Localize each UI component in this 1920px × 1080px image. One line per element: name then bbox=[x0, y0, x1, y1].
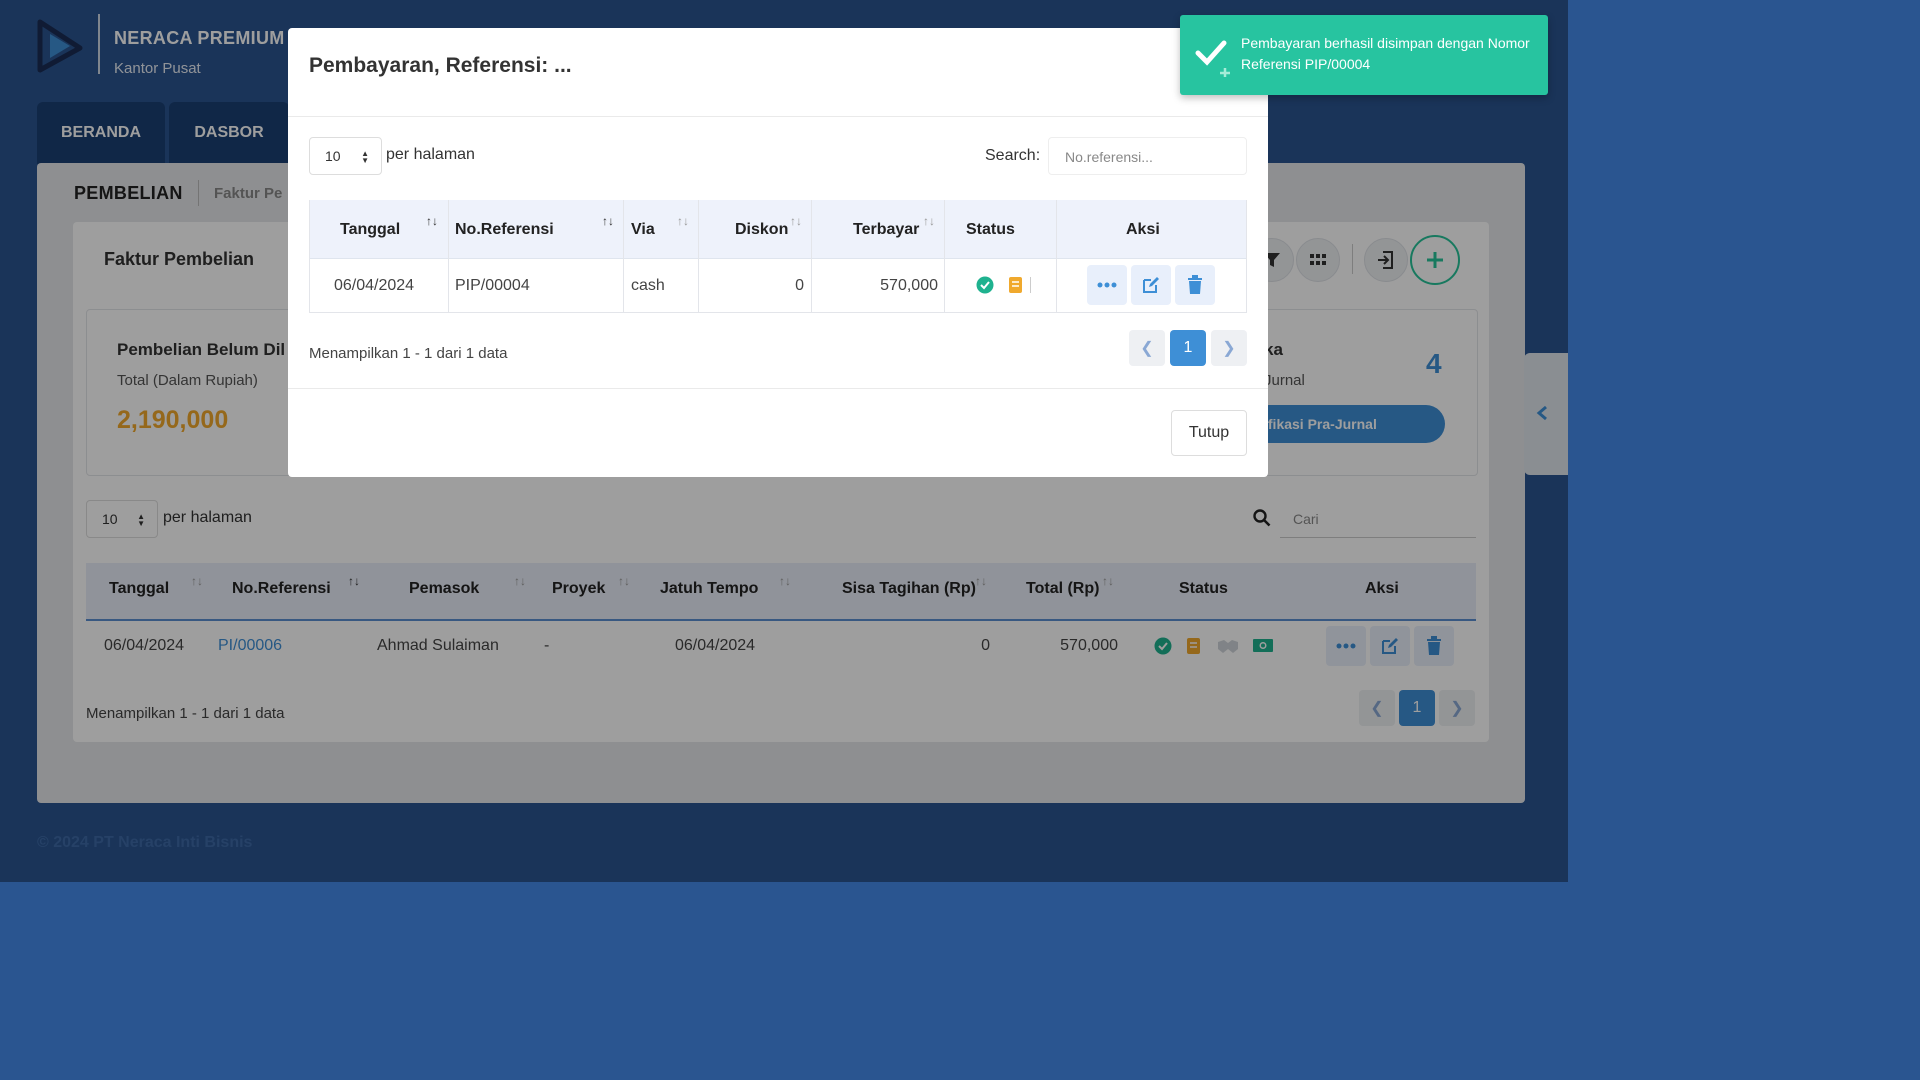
payment-more-button[interactable] bbox=[1087, 265, 1127, 305]
modal-title: Pembayaran, Referensi: ... bbox=[309, 54, 572, 77]
modal-col-via-label: Via bbox=[631, 221, 655, 238]
modal-table-info: Menampilkan 1 - 1 dari 1 data bbox=[309, 345, 508, 362]
modal-col-referensi[interactable]: No.Referensi bbox=[455, 221, 554, 239]
modal-page-size-value: 10 bbox=[325, 148, 341, 164]
chevron-left-icon: ❮ bbox=[1140, 340, 1154, 357]
sort-icon: ↑↓ bbox=[426, 214, 438, 228]
payment-via: cash bbox=[631, 277, 665, 294]
table-border bbox=[698, 200, 699, 312]
modal-per-page-label: per halaman bbox=[386, 146, 475, 163]
trash-icon bbox=[1188, 275, 1202, 294]
edit-icon bbox=[1143, 277, 1159, 293]
modal-search-input[interactable]: No.referensi... bbox=[1048, 137, 1247, 175]
check-icon bbox=[1195, 40, 1230, 77]
modal-page-size-select[interactable]: 10 ▲ ▼ bbox=[309, 137, 382, 175]
modal-col-status: Status bbox=[966, 221, 1015, 238]
sort-icon: ↑↓ bbox=[923, 214, 935, 228]
check-circle-icon bbox=[976, 276, 994, 294]
sort-icon: ↑↓ bbox=[677, 214, 689, 228]
modal-col-tanggal-label: Tanggal bbox=[340, 221, 401, 238]
modal-col-diskon-label: Diskon bbox=[735, 221, 789, 238]
table-border bbox=[309, 200, 310, 312]
table-border bbox=[309, 312, 1247, 313]
modal-col-diskon[interactable]: Diskon bbox=[735, 221, 788, 239]
payment-delete-button[interactable] bbox=[1175, 265, 1215, 305]
modal-page-1-button[interactable]: 1 bbox=[1170, 330, 1206, 366]
table-border bbox=[944, 200, 945, 312]
modal-col-terbayar-label: Terbayar bbox=[853, 221, 920, 238]
payment-edit-button[interactable] bbox=[1131, 265, 1171, 305]
success-toast[interactable]: Pembayaran berhasil disimpan dengan Nomo… bbox=[1180, 15, 1548, 95]
journal-book-icon bbox=[1009, 277, 1022, 293]
payment-referensi: PIP/00004 bbox=[455, 277, 530, 294]
modal-divider bbox=[288, 116, 1268, 117]
modal-col-via[interactable]: Via bbox=[631, 221, 655, 239]
sort-icon: ↑↓ bbox=[602, 214, 614, 228]
status-divider bbox=[1030, 277, 1031, 293]
modal-col-aksi: Aksi bbox=[1126, 221, 1160, 238]
ellipsis-icon bbox=[1097, 282, 1117, 288]
modal-divider bbox=[288, 388, 1268, 389]
modal-prev-page-button[interactable]: ❮ bbox=[1129, 330, 1165, 366]
modal-col-referensi-label: No.Referensi bbox=[455, 221, 554, 238]
payment-modal: Pembayaran, Referensi: ... 10 ▲ ▼ per hal… bbox=[288, 28, 1268, 477]
toast-message: Pembayaran berhasil disimpan dengan Nomo… bbox=[1241, 35, 1530, 72]
table-border bbox=[623, 200, 624, 312]
modal-search-label: Search: bbox=[985, 147, 1041, 164]
sort-icon: ↑↓ bbox=[790, 214, 802, 228]
close-modal-button[interactable]: Tutup bbox=[1171, 410, 1247, 456]
chevron-right-icon: ❯ bbox=[1222, 340, 1236, 357]
modal-next-page-button[interactable]: ❯ bbox=[1211, 330, 1247, 366]
table-border bbox=[448, 200, 449, 312]
payment-tanggal: 06/04/2024 bbox=[334, 277, 415, 294]
modal-col-tanggal[interactable]: Tanggal bbox=[340, 221, 400, 239]
payment-diskon: 0 bbox=[795, 277, 804, 294]
table-border bbox=[1056, 200, 1057, 312]
table-border bbox=[811, 200, 812, 312]
table-border bbox=[1246, 200, 1247, 312]
select-arrows-icon: ▲ ▼ bbox=[361, 149, 369, 165]
payment-terbayar: 570,000 bbox=[880, 277, 938, 294]
modal-col-terbayar[interactable]: Terbayar bbox=[853, 221, 919, 239]
